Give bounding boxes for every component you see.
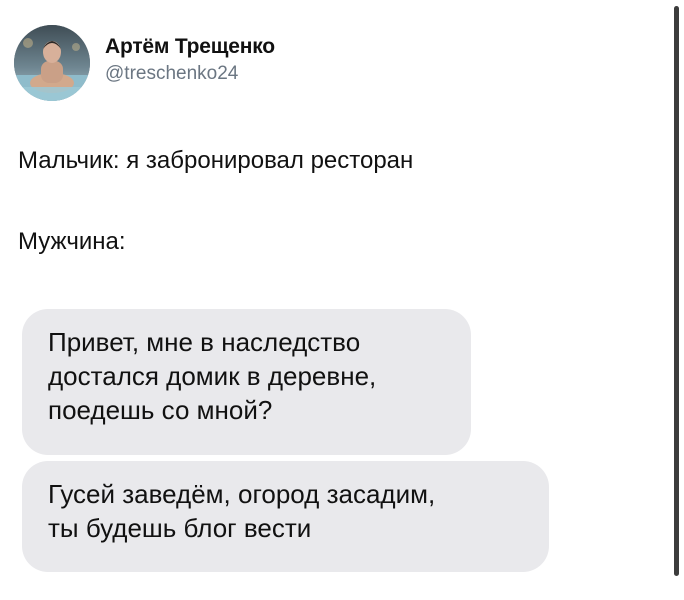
message-text-line: достался домик в деревне, <box>48 361 377 391</box>
message-bubble: Гусей заведём, огород засадим, ты будешь… <box>22 461 549 572</box>
author-name[interactable]: Артём Трещенко <box>105 34 275 60</box>
tweet: Артём Трещенко @treschenko24 Мальчик: я … <box>0 0 684 600</box>
avatar-photo <box>14 25 90 101</box>
author-handle[interactable]: @treschenko24 <box>105 62 275 86</box>
message-text-line: Гусей заведём, огород засадим, <box>48 479 436 509</box>
message-bubble: Привет, мне в наследство достался домик … <box>22 309 471 455</box>
avatar[interactable] <box>14 25 90 101</box>
scrollbar[interactable] <box>674 6 679 576</box>
author-info: Артём Трещенко @treschenko24 <box>105 34 275 86</box>
message-text-line: ты будешь блог вести <box>48 513 312 543</box>
message-text-line: поедешь со мной? <box>48 395 273 425</box>
message-text-line: Привет, мне в наследство <box>48 327 361 357</box>
tweet-text-line: Мужчина: <box>18 228 126 255</box>
tweet-text-line: Мальчик: я забронировал ресторан <box>18 147 414 174</box>
